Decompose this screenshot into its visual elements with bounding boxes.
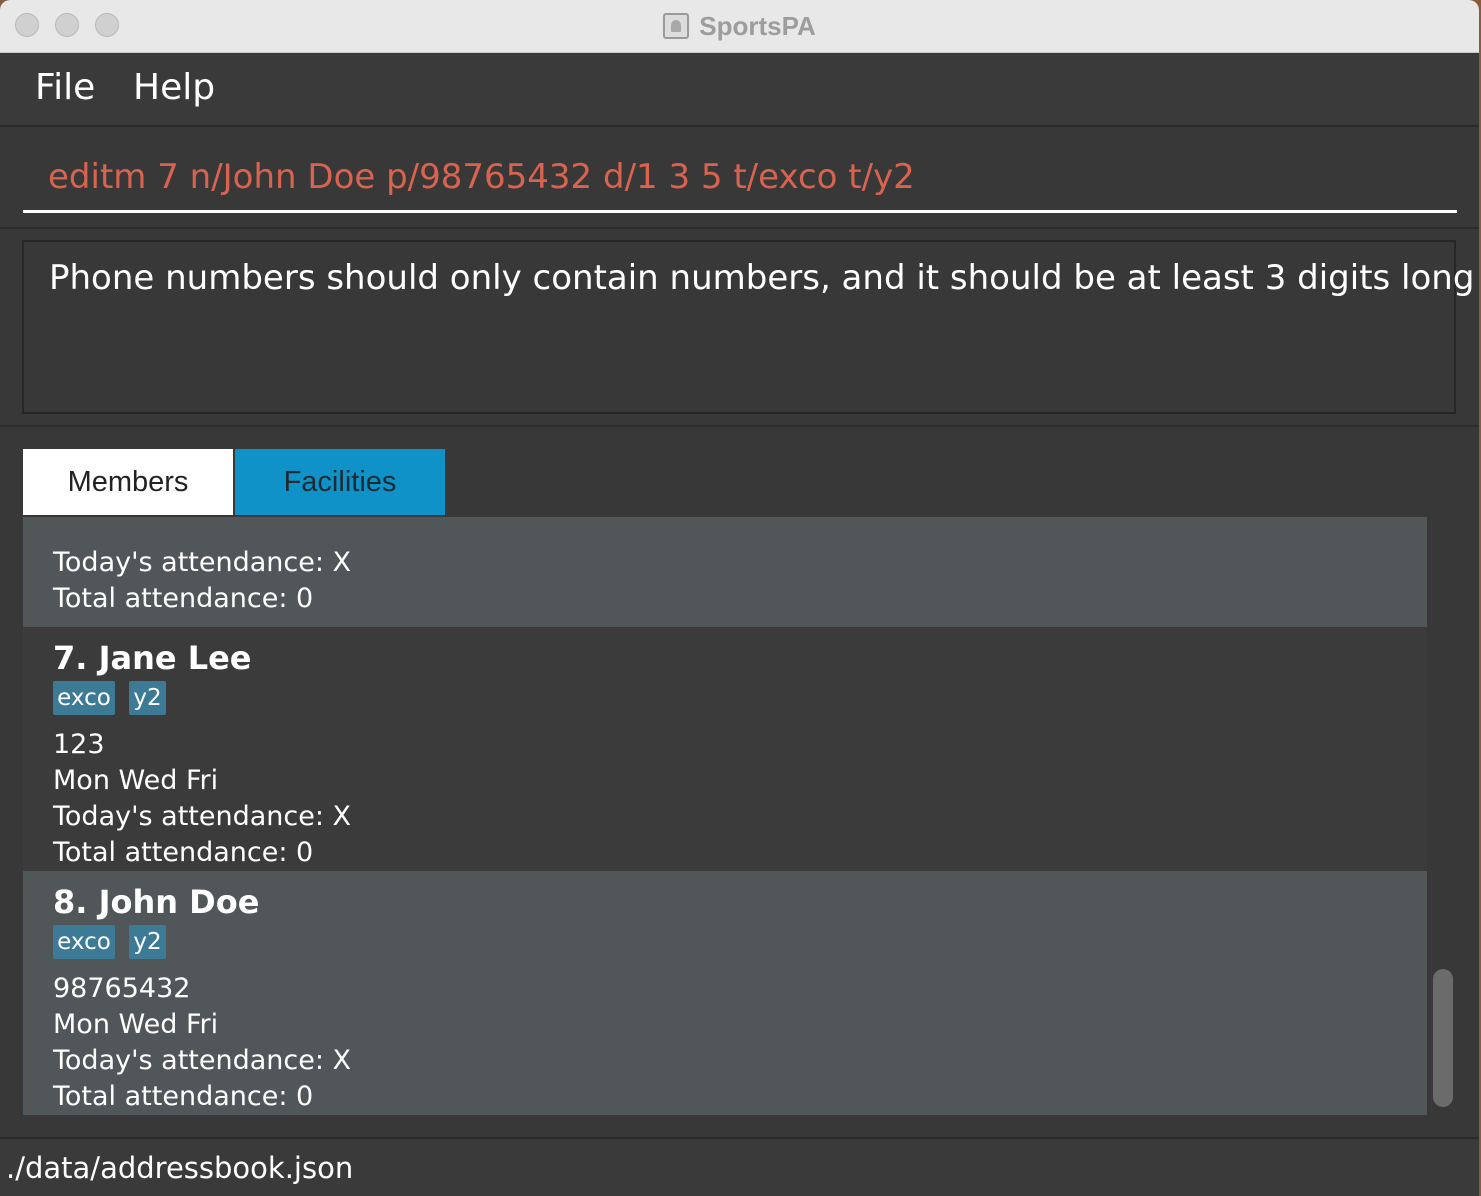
member-name: 8. John Doe	[53, 883, 260, 921]
title-bar: SportsPA	[0, 0, 1479, 53]
command-input[interactable]: editm 7 n/John Doe p/98765432 d/1 3 5 t/…	[23, 149, 1457, 213]
tag-label: exco	[53, 925, 115, 959]
member-name: 7. Jane Lee	[53, 639, 252, 677]
member-days: Mon Wed Fri	[53, 765, 219, 796]
command-box: editm 7 n/John Doe p/98765432 d/1 3 5 t/…	[0, 127, 1479, 229]
menu-help[interactable]: Help	[133, 67, 215, 108]
tab-facilities[interactable]: Facilities	[235, 449, 445, 515]
member-card[interactable]: 8. John Doe exco y2 98765432 Mon Wed Fri…	[23, 871, 1427, 1115]
member-list[interactable]: Today's attendance: X Total attendance: …	[23, 517, 1427, 1115]
result-message: Phone numbers should only contain number…	[49, 258, 1475, 298]
tag-label: y2	[129, 681, 166, 715]
data-file-path: ./data/addressbook.json	[6, 1151, 354, 1185]
total-attendance: Total attendance: 0	[53, 837, 314, 868]
command-text: editm 7 n/John Doe p/98765432 d/1 3 5 t/…	[48, 157, 915, 197]
app-icon	[663, 13, 690, 39]
member-phone: 98765432	[53, 973, 191, 1004]
todays-attendance: Today's attendance: X	[53, 547, 352, 578]
list-scrollbar[interactable]	[1433, 969, 1453, 1107]
todays-attendance: Today's attendance: X	[53, 1045, 352, 1076]
todays-attendance: Today's attendance: X	[53, 801, 352, 832]
status-bar: ./data/addressbook.json	[0, 1137, 1479, 1196]
menu-file[interactable]: File	[35, 67, 95, 108]
tag-label: y2	[129, 925, 166, 959]
result-display-area: Phone numbers should only contain number…	[0, 229, 1479, 427]
app-window: SportsPA File Help editm 7 n/John Doe p/…	[0, 0, 1479, 1196]
member-days: Mon Wed Fri	[53, 1009, 219, 1040]
tag-label: exco	[53, 681, 115, 715]
member-card-partial[interactable]: Today's attendance: X Total attendance: …	[23, 517, 1427, 627]
total-attendance: Total attendance: 0	[53, 583, 314, 614]
menu-bar: File Help	[0, 53, 1479, 127]
window-title: SportsPA	[699, 10, 816, 41]
result-display[interactable]: Phone numbers should only contain number…	[22, 240, 1474, 414]
member-card[interactable]: 7. Jane Lee exco y2 123 Mon Wed Fri Toda…	[23, 627, 1427, 871]
total-attendance: Total attendance: 0	[53, 1081, 314, 1112]
tab-members[interactable]: Members	[23, 449, 233, 515]
member-phone: 123	[53, 729, 105, 760]
